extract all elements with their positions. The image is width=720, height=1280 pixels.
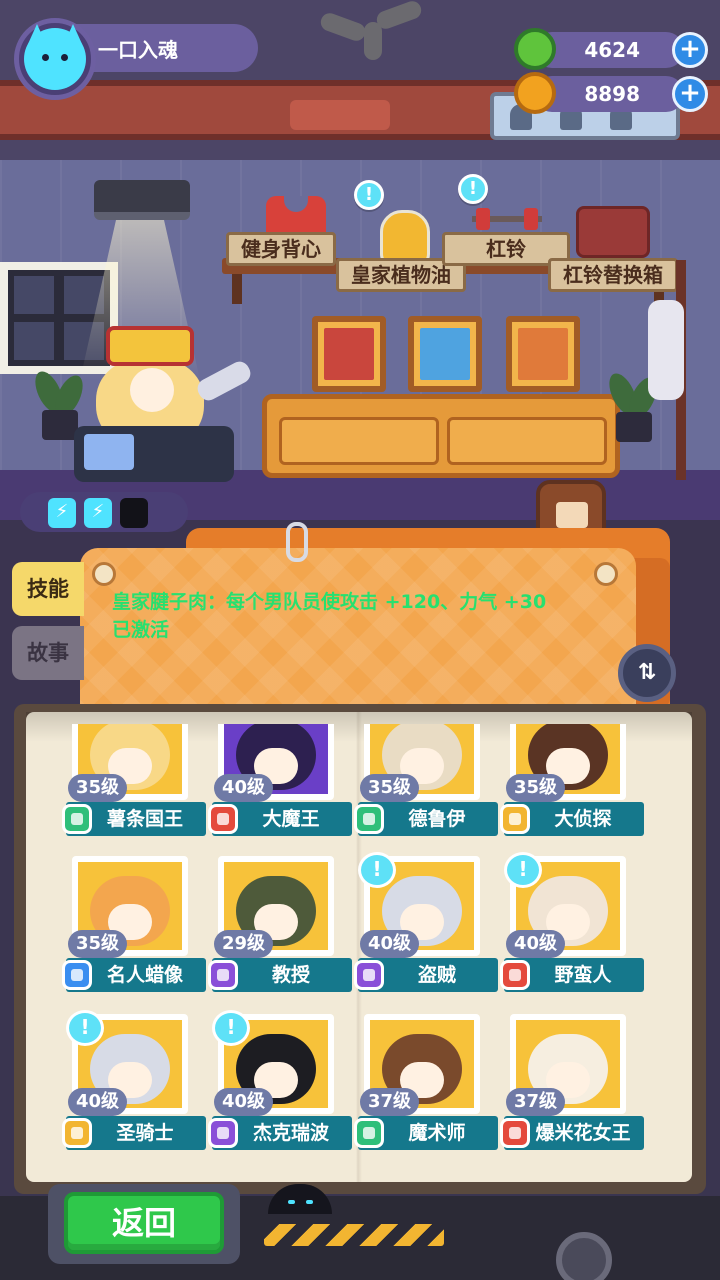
add-gold-currency-button[interactable]: + [672,76,708,112]
class-badge-icon [62,804,92,834]
item-label-barbell-box: 杠铃替换箱 [548,258,678,292]
character-card[interactable]: 名人蜡像 35级 [62,856,206,1002]
skill-description: 皇家腱子肉：每个男队员使攻击 +120、力气 +30 已激活 [112,588,612,644]
character-level: 35级 [68,930,128,958]
character-level: 29级 [214,930,274,958]
cat-avatar-icon[interactable] [24,24,86,90]
cabinet [262,394,620,478]
shelf-leg [232,274,242,304]
class-badge-icon [500,804,530,834]
class-badge-icon [500,1118,530,1148]
add-green-currency-button[interactable]: + [672,32,708,68]
tab-skill[interactable]: 技能 [12,562,84,616]
character-level: 35级 [360,774,420,802]
green-currency-value: 4624 [584,38,640,62]
alert-bubble-icon[interactable]: ! [354,180,384,210]
tab-story[interactable]: 故事 [12,626,84,680]
energy-icon: ⚡ [48,498,76,528]
gold-currency-pill: 8898 [534,76,684,112]
class-badge-icon [208,804,238,834]
hazard-stripe [264,1224,444,1246]
creature-eye [306,1200,313,1204]
alert-bubble-icon[interactable]: ! [504,852,542,888]
back-button[interactable]: 返回 [64,1192,224,1254]
swap-button[interactable]: ⇅ [618,644,676,702]
skill-effect: 皇家腱子肉：每个男队员使攻击 +120、力气 +30 [112,591,547,613]
gold-currency-value: 8898 [584,82,640,106]
character-level: 40级 [214,774,274,802]
bottom-dial [556,1232,612,1280]
coat [648,300,684,400]
class-badge-icon [62,960,92,990]
character-card[interactable]: 德鲁伊 35级 [354,724,498,846]
picture-frame [408,316,482,392]
item-label-vest: 健身背心 [226,232,336,266]
character-card[interactable]: 魔术师 37级 [354,1014,498,1160]
character-level: 37级 [506,1088,566,1116]
character-card[interactable]: 大魔王 40级 [208,724,352,846]
projector [94,180,190,220]
character-level: 37级 [360,1088,420,1116]
barbell-item[interactable] [472,208,542,230]
character-level: 40级 [68,1088,128,1116]
barbell-box-item[interactable] [576,206,650,258]
character-level: 40级 [506,930,566,958]
character-card[interactable]: 野蛮人 40级! [500,852,644,1002]
energy-icon: ⚡ [84,498,112,528]
character-card[interactable]: 大侦探 35级 [500,724,644,846]
class-badge-icon [500,960,530,990]
alert-bubble-icon[interactable]: ! [212,1010,250,1046]
character-grid: 薯条国王 35级 大魔王 40级 德鲁伊 35级 大侦探 35级名人蜡像 35级 教授 29级 盗贼 4… [62,724,662,1160]
class-badge-icon [354,960,384,990]
class-badge-icon [62,1118,92,1148]
skill-status: 已激活 [112,619,170,641]
vent [290,100,390,130]
alert-bubble-icon[interactable]: ! [358,852,396,888]
energy-empty-icon [120,498,148,528]
character-level: 35级 [68,774,128,802]
character-level: 40级 [214,1088,274,1116]
green-coin-icon [514,28,556,70]
pin-icon [594,562,618,586]
class-badge-icon [208,960,238,990]
character-card[interactable]: 爆米花女王 37级 [500,1014,644,1160]
pin-icon [92,562,116,586]
alert-bubble-icon[interactable]: ! [458,174,488,204]
picture-frame [312,316,386,392]
green-currency-pill: 4624 [534,32,684,68]
character-card[interactable]: 盗贼 40级! [354,852,498,1002]
character-card[interactable]: 圣骑士 40级! [62,1010,206,1160]
character-card[interactable]: 薯条国王 35级 [62,724,206,846]
character-card[interactable]: 教授 29级 [208,856,352,1002]
gold-coin-icon [514,72,556,114]
player-name: 一口入魂 [98,38,178,62]
machine-stand [74,426,234,482]
class-badge-icon [354,804,384,834]
character-level: 35级 [506,774,566,802]
class-badge-icon [208,1118,238,1148]
class-badge-icon [354,1118,384,1148]
character-card[interactable]: 杰克瑞波 40级! [208,1010,352,1160]
picture-frame [506,316,580,392]
paper-clip-icon [286,522,308,562]
alert-bubble-icon[interactable]: ! [66,1010,104,1046]
ceiling-fan [318,0,430,60]
character-level: 40级 [360,930,420,958]
creature-eye [288,1200,295,1204]
game-scene: ! ! 健身背心 皇家植物油 杠铃 杠铃替换箱 一口入魂 4624 + 8898… [0,0,720,1280]
